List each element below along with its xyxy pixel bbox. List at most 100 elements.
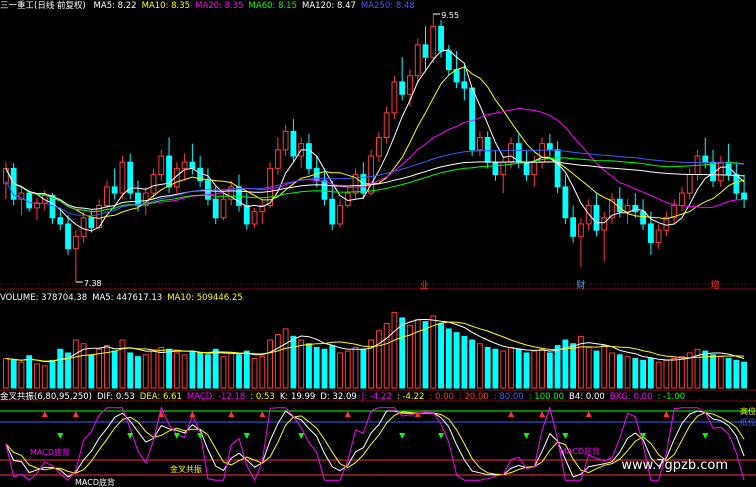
candle-body [337,204,343,225]
indicator-label-4: 金叉共振 [170,464,202,474]
candle-body [616,198,623,213]
candle-body [26,192,33,209]
volume-bar [461,335,468,389]
candle-body [500,161,507,176]
candle-body [72,235,79,250]
candle-body [57,217,64,225]
volume-bar [282,328,289,389]
volume-bar [228,352,235,389]
volume-bar [632,357,639,389]
indicator-label-5: MACD底背 [75,477,115,487]
volume-bar [298,339,305,389]
volume-bar [173,352,180,389]
candle-body [461,81,468,89]
stock-chart[interactable]: 9.557.38 业财增高位低位MACD底背 MACD底背金叉共振MACD底背 [0,0,756,487]
volume-bar [679,356,685,389]
volume-bar [127,352,134,389]
buy-arrow [72,411,79,417]
volume-bar [111,350,118,389]
candle-body [663,217,670,231]
candle-body [251,211,258,225]
volume-bar [220,356,227,389]
volume-bar [453,332,460,389]
volume-bar [554,345,561,389]
candle-body [383,112,390,139]
volume-bar [119,339,126,389]
candle-body [243,204,250,225]
sell-arrow [298,433,305,439]
candle-body [181,161,188,169]
volume-bar [492,348,499,389]
volume-bar [72,339,79,389]
candle-body [601,217,608,231]
low-price-label: 7.38 [84,279,102,288]
candle-body [158,155,165,176]
volume-bar [609,352,615,389]
volume-bar [375,330,382,389]
volume-bar [243,350,250,389]
candle-body [391,81,398,114]
buy-arrow [228,411,235,417]
volume-bar [205,354,211,389]
candle-body [476,137,483,151]
volume-bar [197,352,204,389]
volume-bar [181,354,188,389]
sell-arrow [438,433,445,439]
candle-body [399,81,406,95]
volume-bar [570,343,577,389]
candle-body [702,155,709,163]
volume-bar [150,350,157,389]
sell-arrow [399,433,406,439]
candle-body [717,161,724,182]
volume-bar [329,345,336,389]
volume-bar [34,363,40,389]
volume-bar [142,354,149,389]
high-price-label: 9.55 [441,11,459,20]
volume-bar [290,335,297,389]
volume-bar [585,346,592,389]
volume-bar [647,357,654,389]
sell-arrow [523,433,530,439]
candle-body [80,217,87,237]
candle-body [445,50,452,71]
candle-body [523,161,530,176]
buy-arrow [259,411,266,417]
event-marker-0: 业 [420,280,429,291]
volume-bar [640,359,647,389]
watermark: www.7gpzb.com [621,458,728,473]
volume-bar [445,328,452,389]
volume-bar [476,343,483,389]
candle-body [150,174,157,194]
ma-line-ma20 [5,107,745,213]
volume-bar [212,348,219,389]
volume-bar [438,322,444,389]
candle-body [111,186,118,194]
candle-body [119,161,126,194]
volume-bar [267,339,274,389]
volume-bar [236,354,242,389]
candle-body [290,130,297,157]
volume-bar [88,354,95,389]
candle-body [103,186,110,206]
indicator-label-0: 高位 [740,406,756,416]
candle-body [492,161,499,176]
volume-bar [733,359,740,389]
candle-body [679,192,685,206]
volume-bar [725,357,732,389]
sell-arrow [57,433,64,439]
candle-body [453,69,460,83]
volume-bar [26,355,33,389]
candle-body [329,198,336,225]
candle-body [632,204,639,213]
volume-bar [539,348,545,389]
sell-arrow [173,433,180,439]
candle-body [135,192,141,206]
candle-body [414,44,421,77]
candle-body [88,217,95,229]
volume-bar [344,350,351,389]
volume-bar [96,348,103,389]
volume-bar [717,356,724,389]
volume-bar [508,346,514,389]
volume-bar [337,352,343,389]
candle-body [438,25,444,52]
